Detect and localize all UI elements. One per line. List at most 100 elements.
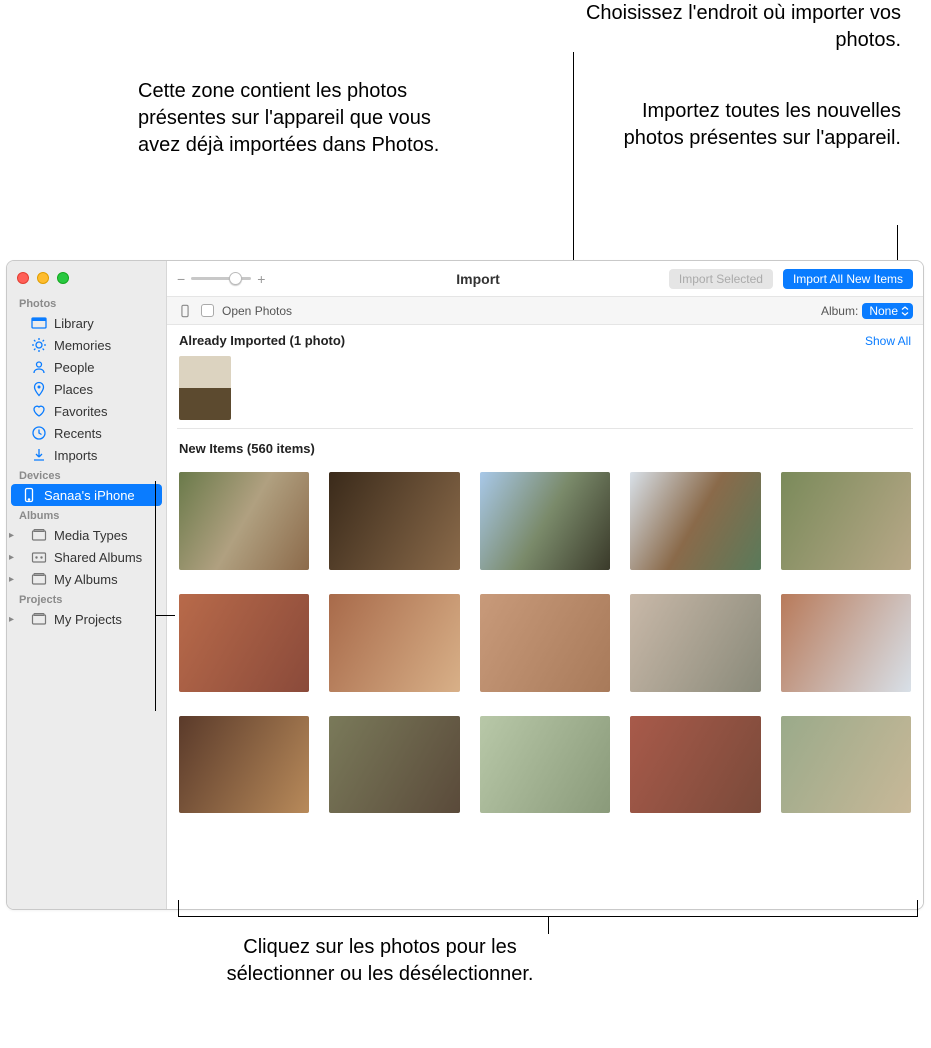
- places-icon: [31, 381, 47, 397]
- window-controls: [7, 267, 166, 294]
- sidebar-item-label: Media Types: [54, 528, 127, 543]
- sidebar-header-devices: Devices: [7, 466, 166, 484]
- photo-thumbnail[interactable]: [179, 356, 231, 420]
- already-imported-header: Already Imported (1 photo) Show All: [177, 325, 913, 354]
- memories-icon: [31, 337, 47, 353]
- zoom-slider[interactable]: − +: [177, 271, 265, 287]
- phone-icon: [21, 487, 37, 503]
- photo-thumbnail[interactable]: [329, 594, 459, 692]
- album-select[interactable]: None: [862, 303, 913, 319]
- sidebar-item-my-projects[interactable]: ▸ My Projects: [7, 608, 166, 630]
- imports-icon: [31, 447, 47, 463]
- import-selected-button[interactable]: Import Selected: [669, 269, 773, 289]
- callouts-top: Cette zone contient les photos présentes…: [0, 0, 931, 260]
- minimize-window-button[interactable]: [37, 272, 49, 284]
- folder-icon: [31, 611, 47, 627]
- sidebar-item-label: Places: [54, 382, 93, 397]
- main-content: − + Import Import Selected Import All Ne…: [167, 261, 923, 909]
- slider-track[interactable]: [191, 277, 251, 280]
- zoom-out-icon[interactable]: −: [177, 271, 185, 287]
- favorites-icon: [31, 403, 47, 419]
- callout-album-destination: Choisissez l'endroit où importer vos pho…: [541, 0, 901, 54]
- chevron-up-down-icon: [900, 305, 910, 317]
- callouts-bottom: Cliquez sur les photos pour les sélectio…: [0, 910, 931, 1040]
- recents-icon: [31, 425, 47, 441]
- photo-thumbnail[interactable]: [781, 594, 911, 692]
- sidebar-item-memories[interactable]: Memories: [7, 334, 166, 356]
- people-icon: [31, 359, 47, 375]
- divider: [177, 428, 913, 429]
- slider-thumb[interactable]: [229, 272, 242, 285]
- sidebar-item-my-albums[interactable]: ▸ My Albums: [7, 568, 166, 590]
- callout-import-all: Importez toutes les nouvelles photos pré…: [621, 98, 901, 152]
- sidebar-item-device[interactable]: Sanaa's iPhone: [11, 484, 162, 506]
- disclosure-triangle-icon[interactable]: ▸: [9, 530, 14, 541]
- folder-icon: [31, 527, 47, 543]
- sidebar-item-label: Favorites: [54, 404, 107, 419]
- photos-app-window: Photos Library Memories People Places Fa…: [6, 260, 924, 910]
- leader-line: [155, 481, 156, 711]
- callout-select-photos: Cliquez sur les photos pour les sélectio…: [210, 934, 550, 988]
- sidebar-item-label: Sanaa's iPhone: [44, 488, 135, 503]
- photo-thumbnail[interactable]: [179, 716, 309, 814]
- leader-line: [178, 900, 179, 917]
- library-icon: [31, 315, 47, 331]
- photo-thumbnail[interactable]: [630, 716, 760, 814]
- toolbar: − + Import Import Selected Import All Ne…: [167, 261, 923, 297]
- import-content: Already Imported (1 photo) Show All New …: [167, 325, 923, 909]
- show-all-link[interactable]: Show All: [865, 334, 911, 348]
- photo-thumbnail[interactable]: [329, 716, 459, 814]
- sidebar: Photos Library Memories People Places Fa…: [7, 261, 167, 909]
- new-items-grid: [177, 462, 913, 833]
- open-photos-checkbox[interactable]: [201, 304, 214, 317]
- callout-already-imported: Cette zone contient les photos présentes…: [138, 78, 448, 159]
- photo-thumbnail[interactable]: [781, 716, 911, 814]
- shared-folder-icon: [31, 549, 47, 565]
- new-items-header: New Items (560 items): [177, 433, 913, 462]
- photo-thumbnail[interactable]: [781, 472, 911, 570]
- photo-thumbnail[interactable]: [179, 594, 309, 692]
- open-photos-label: Open Photos: [222, 304, 292, 318]
- leader-line: [917, 900, 918, 917]
- sidebar-item-shared-albums[interactable]: ▸ Shared Albums: [7, 546, 166, 568]
- sidebar-item-media-types[interactable]: ▸ Media Types: [7, 524, 166, 546]
- sidebar-header-projects: Projects: [7, 590, 166, 608]
- album-select-value: None: [869, 304, 898, 318]
- disclosure-triangle-icon[interactable]: ▸: [9, 614, 14, 625]
- disclosure-triangle-icon[interactable]: ▸: [9, 574, 14, 585]
- page-title: Import: [456, 271, 500, 287]
- import-all-new-button[interactable]: Import All New Items: [783, 269, 913, 289]
- photo-thumbnail[interactable]: [329, 472, 459, 570]
- photo-thumbnail[interactable]: [630, 472, 760, 570]
- maximize-window-button[interactable]: [57, 272, 69, 284]
- close-window-button[interactable]: [17, 272, 29, 284]
- sidebar-item-imports[interactable]: Imports: [7, 444, 166, 466]
- leader-line: [548, 916, 549, 934]
- sidebar-item-recents[interactable]: Recents: [7, 422, 166, 444]
- phone-icon: [177, 303, 193, 319]
- sidebar-item-label: Library: [54, 316, 94, 331]
- sidebar-item-label: Imports: [54, 448, 97, 463]
- photo-thumbnail[interactable]: [480, 716, 610, 814]
- sidebar-item-label: People: [54, 360, 94, 375]
- sidebar-header-albums: Albums: [7, 506, 166, 524]
- photo-thumbnail[interactable]: [480, 472, 610, 570]
- zoom-in-icon[interactable]: +: [257, 271, 265, 287]
- photo-thumbnail[interactable]: [630, 594, 760, 692]
- sidebar-item-favorites[interactable]: Favorites: [7, 400, 166, 422]
- disclosure-triangle-icon[interactable]: ▸: [9, 552, 14, 563]
- sidebar-header-photos: Photos: [7, 294, 166, 312]
- sidebar-item-label: Recents: [54, 426, 102, 441]
- already-imported-title: Already Imported (1 photo): [179, 333, 345, 348]
- photo-thumbnail[interactable]: [480, 594, 610, 692]
- leader-line: [155, 615, 175, 616]
- sidebar-item-people[interactable]: People: [7, 356, 166, 378]
- sidebar-item-label: Memories: [54, 338, 111, 353]
- folder-icon: [31, 571, 47, 587]
- sidebar-item-label: Shared Albums: [54, 550, 142, 565]
- sidebar-item-label: My Albums: [54, 572, 118, 587]
- sidebar-item-places[interactable]: Places: [7, 378, 166, 400]
- photo-thumbnail[interactable]: [179, 472, 309, 570]
- subtoolbar: Open Photos Album: None: [167, 297, 923, 325]
- sidebar-item-library[interactable]: Library: [7, 312, 166, 334]
